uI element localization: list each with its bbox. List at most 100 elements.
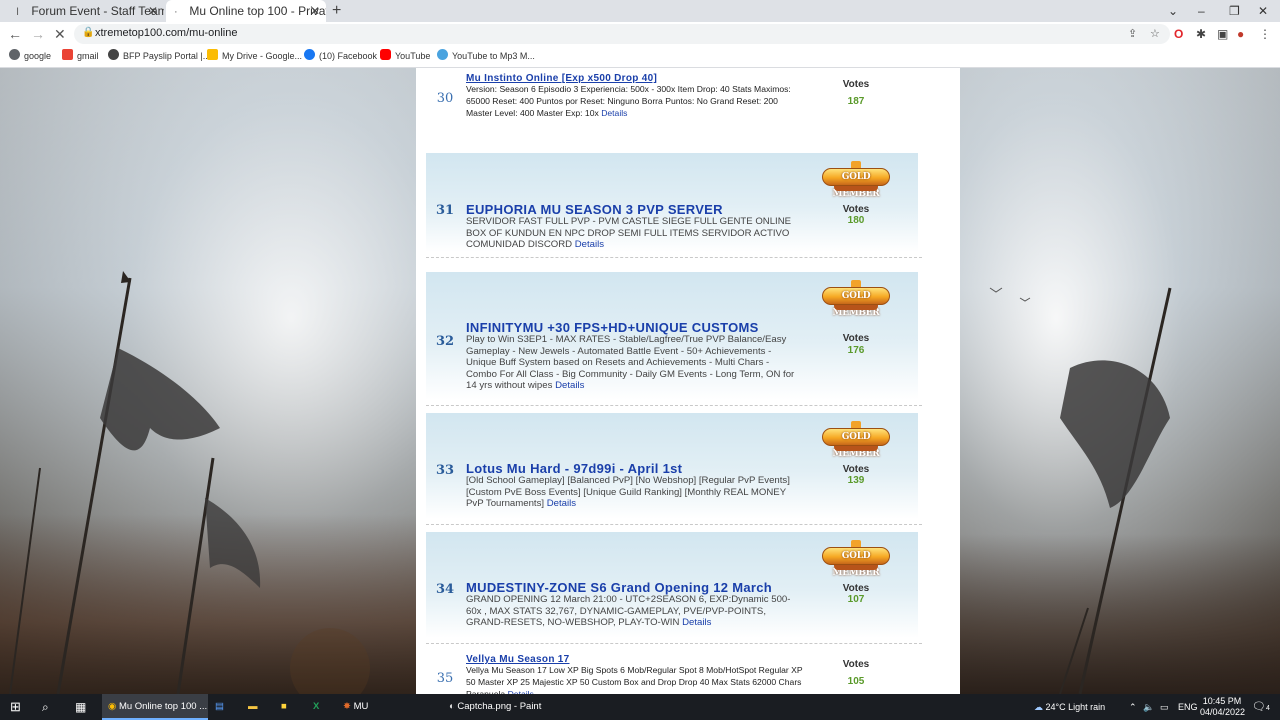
windows-start-icon[interactable]: ⊞ xyxy=(10,694,21,720)
votes-label: Votes xyxy=(842,659,870,670)
weather-rain-icon: ☁ xyxy=(1034,702,1043,712)
gmail-icon xyxy=(62,49,73,60)
bookmark-bfp-payslip[interactable]: BFP Payslip Portal |... xyxy=(108,49,210,61)
rank-number: 32 xyxy=(435,334,455,349)
tab-search-icon[interactable]: ⌄ xyxy=(1168,0,1178,22)
windows-taskbar: ⊞ ⌕ ▦ ◉ Mu Online top 100 ... ▤ ▬ ■ X ✸ … xyxy=(0,694,1280,720)
server-description: [Old School Gameplay] [Balanced PvP] [No… xyxy=(466,475,790,510)
battle-banners-left xyxy=(9,271,370,694)
details-link[interactable]: Details xyxy=(555,380,584,391)
gold-member-badge: GOLD MEMBER xyxy=(820,421,892,459)
server-title-link[interactable]: MUDESTINY-ZONE S6 Grand Opening 12 March xyxy=(466,580,772,595)
file-explorer-icon[interactable]: ▬ xyxy=(248,694,258,720)
close-window-icon[interactable]: ✕ xyxy=(1258,0,1268,22)
list-item: 30 Mu Instinto Online [Exp x500 Drop 40]… xyxy=(426,68,918,138)
globe-icon xyxy=(108,49,119,60)
paint-icon: ◐ xyxy=(449,701,455,712)
weather-widget[interactable]: ☁ 24°C Light rain xyxy=(1034,694,1105,720)
browser-menu-icon[interactable]: ⋮ xyxy=(1259,26,1271,42)
notifications-icon[interactable]: 🗨4 xyxy=(1252,694,1270,720)
list-item: 35 Vellya Mu Season 17 Vellya Mu Season … xyxy=(426,652,918,694)
volume-icon[interactable]: 🔈 xyxy=(1143,694,1154,720)
tab-title: Mu Online top 100 - Private serv xyxy=(189,4,326,18)
votes-label: Votes xyxy=(842,464,870,475)
tab-forum-event[interactable]: Ӏ Forum Event - Staff Team Says! | ✕ xyxy=(8,0,164,22)
bookmark-facebook[interactable]: (10) Facebook xyxy=(304,49,377,61)
new-tab-icon[interactable]: + xyxy=(332,0,341,22)
minimize-icon[interactable]: – xyxy=(1198,0,1205,22)
bookmark-my-drive[interactable]: My Drive - Google... xyxy=(207,49,302,61)
search-icon[interactable]: ⌕ xyxy=(42,694,49,720)
votes-label: Votes xyxy=(842,583,870,594)
close-tab-icon[interactable]: ✕ xyxy=(310,0,320,22)
server-listing: 30 Mu Instinto Online [Exp x500 Drop 40]… xyxy=(416,68,960,694)
votes-label: Votes xyxy=(842,204,870,215)
google-drive-icon xyxy=(207,49,218,60)
server-title-link[interactable]: EUPHORIA MU SEASON 3 PVP SERVER xyxy=(466,202,723,217)
rank-number: 31 xyxy=(435,203,455,218)
bookmarks-bar: google gmail BFP Payslip Portal |... My … xyxy=(0,46,1280,68)
excel-icon[interactable]: X xyxy=(313,694,319,720)
forward-icon[interactable]: → xyxy=(31,22,45,46)
votes-count: 187 xyxy=(847,96,865,107)
side-panel-icon[interactable]: ▣ xyxy=(1217,26,1228,42)
close-tab-icon[interactable]: ✕ xyxy=(148,0,158,22)
stop-loading-icon[interactable]: ✕ xyxy=(54,22,66,46)
back-icon[interactable]: ← xyxy=(8,22,22,46)
taskbar-chrome[interactable]: ◉ Mu Online top 100 ... xyxy=(102,694,208,720)
list-item: GOLD MEMBER 33 Lotus Mu Hard - 97d99i - … xyxy=(426,413,922,525)
details-link[interactable]: Details xyxy=(682,617,711,628)
tray-expand-icon[interactable]: ⌃ xyxy=(1129,694,1137,720)
clock[interactable]: 10:45 PM 04/04/2022 xyxy=(1200,694,1246,720)
youtube-icon xyxy=(380,49,391,60)
bookmark-google[interactable]: google xyxy=(9,49,51,61)
converter-icon xyxy=(437,49,448,60)
loading-icon: · xyxy=(174,6,178,18)
taskbar-paint[interactable]: ◐ Captcha.png - Paint xyxy=(449,694,559,720)
votes-label: Votes xyxy=(842,333,870,344)
server-description: GRAND OPENING 12 March 21:00 - UTC+2SEAS… xyxy=(466,594,791,629)
votes-count: 180 xyxy=(847,215,865,226)
url-text[interactable]: xtremetop100.com/mu-online xyxy=(95,27,237,39)
rank-number: 34 xyxy=(435,582,455,597)
lock-icon[interactable]: 🔒 xyxy=(82,27,94,38)
server-title-link[interactable]: INFINITYMU +30 FPS+HD+UNIQUE CUSTOMS xyxy=(466,320,759,335)
votes-count: 176 xyxy=(847,345,865,356)
details-link[interactable]: Details xyxy=(547,498,576,509)
details-link[interactable]: Details xyxy=(601,108,627,118)
profile-avatar[interactable]: ● xyxy=(1237,26,1244,42)
server-title-link[interactable]: Lotus Mu Hard - 97d99i - April 1st xyxy=(466,461,682,476)
tab-mu-online[interactable]: · Mu Online top 100 - Private serv ✕ xyxy=(166,0,326,22)
details-link[interactable]: Details xyxy=(575,239,604,250)
rank-number: 35 xyxy=(436,671,454,686)
page-background: 30 Mu Instinto Online [Exp x500 Drop 40]… xyxy=(0,68,1280,694)
votes-label: Votes xyxy=(842,79,870,90)
address-bar[interactable]: 🔒 xtremetop100.com/mu-online ⇪ ☆ xyxy=(74,24,1170,44)
facebook-icon xyxy=(304,49,315,60)
share-icon[interactable]: ⇪ xyxy=(1128,27,1137,40)
gold-member-badge: GOLD MEMBER xyxy=(820,161,892,199)
bookmark-star-icon[interactable]: ☆ xyxy=(1150,27,1160,40)
clock-date: 04/04/2022 xyxy=(1200,707,1246,717)
browser-toolbar: ← → ✕ 🔒 xtremetop100.com/mu-online ⇪ ☆ xyxy=(0,22,1280,46)
server-description: Play to Win S3EP1 - MAX RATES - Stable/L… xyxy=(466,334,795,392)
server-description: SERVIDOR FAST FULL PVP - PVM CASTLE SIEG… xyxy=(466,216,792,251)
network-icon[interactable]: ▭ xyxy=(1160,694,1169,720)
bookmark-gmail[interactable]: gmail xyxy=(62,49,99,61)
extensions-puzzle-icon[interactable]: ✱ xyxy=(1196,26,1206,42)
language-indicator[interactable]: ENG xyxy=(1178,694,1198,720)
opera-extension-icon[interactable]: O xyxy=(1174,26,1183,42)
rank-number: 33 xyxy=(435,463,455,478)
clock-time: 10:45 PM xyxy=(1202,696,1242,706)
google-icon xyxy=(9,49,20,60)
taskbar-mu[interactable]: ✸ MU xyxy=(343,694,433,720)
server-description: Vellya Mu Season 17 Low XP Big Spots 6 M… xyxy=(466,664,806,694)
bookmark-youtube-mp3[interactable]: YouTube to Mp3 M... xyxy=(437,49,535,61)
restore-icon[interactable]: ❐ xyxy=(1229,0,1240,22)
bookmark-youtube[interactable]: YouTube xyxy=(380,49,430,61)
remote-desktop-icon[interactable]: ▤ xyxy=(215,694,224,720)
tab-strip: Ӏ Forum Event - Staff Team Says! | ✕ · M… xyxy=(0,0,1280,22)
sticky-notes-icon[interactable]: ■ xyxy=(281,694,287,720)
rank-number: 30 xyxy=(436,91,454,106)
calculator-icon[interactable]: ▦ xyxy=(75,694,86,720)
